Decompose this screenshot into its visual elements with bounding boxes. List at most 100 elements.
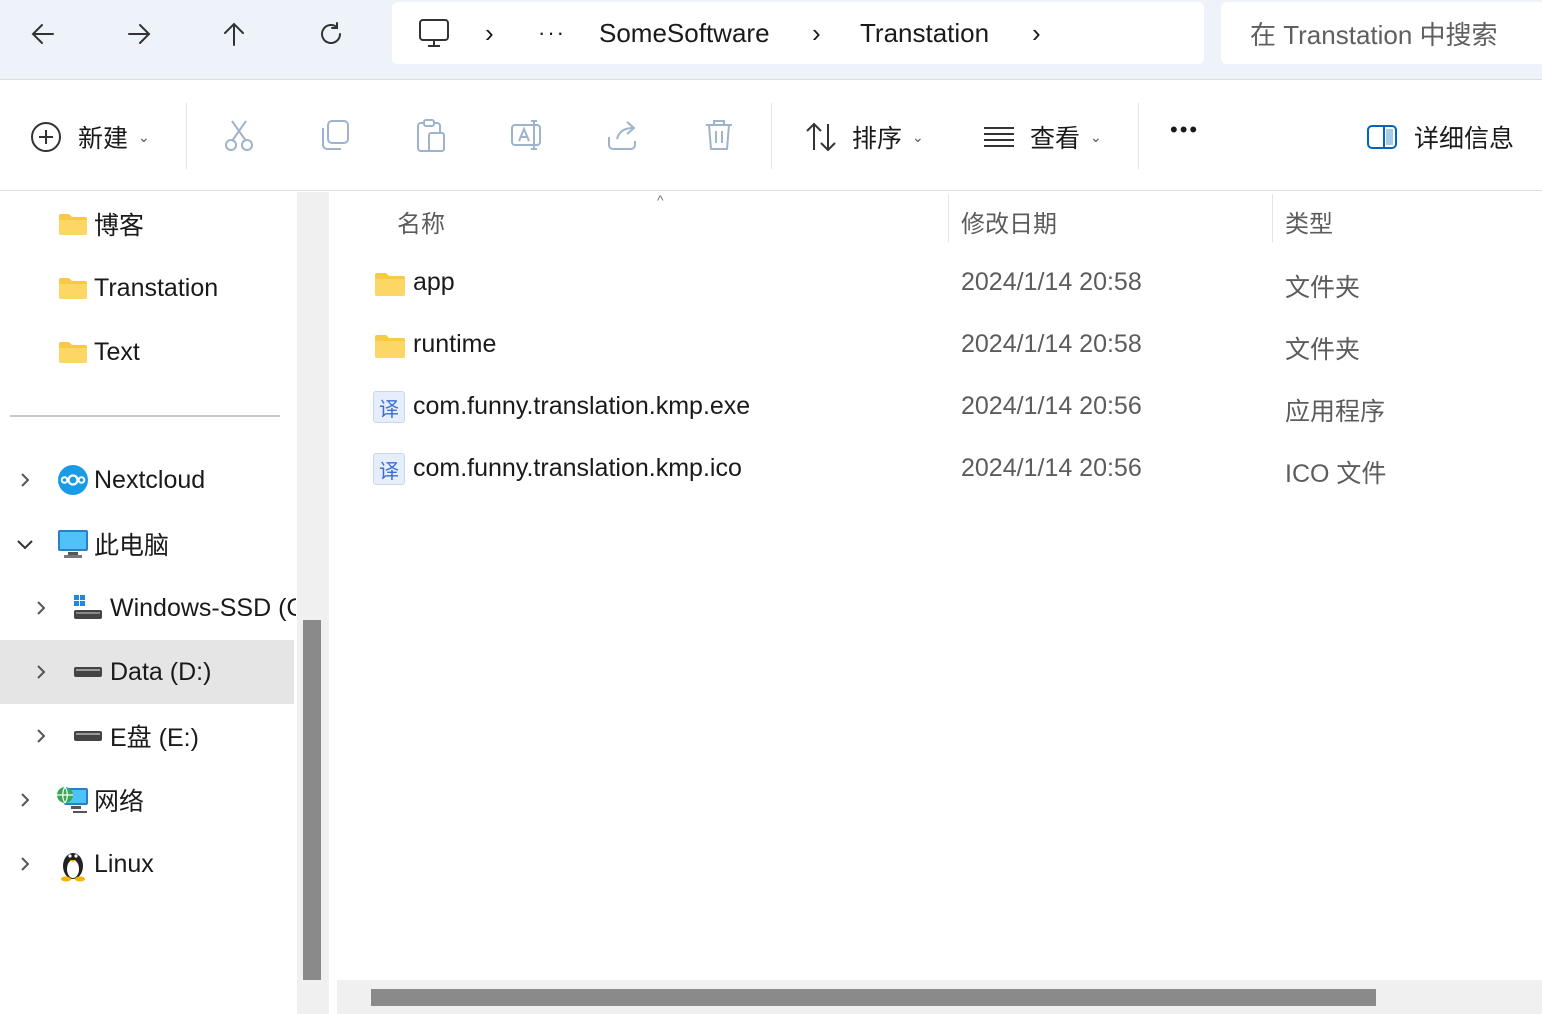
details-label: 详细信息 (1414, 125, 1515, 153)
sidebar-item-nextcloud[interactable]: Nextcloud (0, 448, 296, 512)
search-box[interactable]: 在 Transtation 中搜索 (1221, 2, 1542, 64)
nextcloud-icon (58, 465, 88, 495)
folder-icon (59, 278, 87, 299)
chevron-right-icon[interactable] (31, 598, 51, 618)
chevron-right-icon[interactable] (31, 662, 51, 682)
delete-icon[interactable] (701, 117, 737, 153)
sort-label: 排序 (852, 125, 903, 153)
sidebar-item-linux[interactable]: Linux (0, 832, 296, 896)
file-type: 文件夹 (1285, 336, 1361, 364)
search-placeholder: 在 Transtation 中搜索 (1250, 19, 1498, 50)
column-header-type[interactable]: 类型 (1285, 204, 1333, 239)
sidebar-item-label: Windows-SSD (C:) (110, 593, 296, 622)
chevron-right-icon[interactable] (15, 854, 35, 874)
translate-app-icon: 译 (373, 453, 405, 485)
translate-app-icon: 译 (373, 391, 405, 423)
new-button[interactable]: 新建 ⌄ (30, 119, 150, 155)
horizontal-scrollbar-thumb[interactable] (371, 989, 1376, 1006)
address-bar[interactable]: › ··· SomeSoftware › Transtation › (392, 2, 1204, 64)
sidebar-item-this-pc[interactable]: 此电脑 (0, 512, 296, 576)
computer-crumb[interactable] (418, 2, 450, 64)
sidebar-item-text[interactable]: Text (0, 320, 296, 384)
sidebar-item-label: Data (D:) (110, 657, 212, 686)
plus-circle-icon (31, 122, 61, 152)
sidebar-scrollbar-thumb[interactable] (303, 620, 321, 980)
divider (186, 103, 187, 169)
breadcrumb-overflow[interactable]: ··· (538, 2, 566, 64)
sidebar-item-blog[interactable]: 博客 (0, 192, 296, 256)
view-button[interactable]: 查看 ⌄ (982, 119, 1102, 155)
sidebar-item-label: Nextcloud (94, 465, 206, 494)
chevron-down-icon: ⌄ (1090, 128, 1102, 145)
monitor-icon (419, 19, 449, 47)
sidebar-item-label: Text (94, 337, 140, 366)
sidebar-item-transtation[interactable]: Transtation (0, 256, 296, 320)
paste-icon[interactable] (413, 117, 449, 153)
folder-icon (375, 273, 405, 296)
sidebar-item-data-d[interactable]: Data (D:) (0, 640, 294, 704)
sort-icon (806, 122, 836, 152)
file-row-exe[interactable]: 译 com.funny.translation.kmp.exe 2024/1/1… (335, 377, 1542, 439)
folder-icon (59, 214, 87, 235)
file-modified: 2024/1/14 20:56 (961, 454, 1142, 482)
file-modified: 2024/1/14 20:58 (961, 268, 1142, 296)
sidebar-item-e-drive[interactable]: E盘 (E:) (0, 704, 296, 768)
view-label: 查看 (1030, 125, 1081, 153)
column-divider[interactable] (948, 194, 949, 242)
breadcrumb-separator[interactable]: › (812, 2, 821, 64)
chevron-down-icon[interactable] (15, 534, 35, 554)
file-list: ^ 名称 修改日期 类型 app 2024/1/14 20:58 文件夹 run… (335, 192, 1542, 1014)
column-divider[interactable] (1272, 194, 1273, 242)
chevron-down-icon: ⌄ (912, 128, 924, 145)
folder-icon (375, 335, 405, 358)
view-lines-icon (984, 127, 1014, 147)
cut-icon[interactable] (221, 117, 257, 153)
file-row-ico[interactable]: 译 com.funny.translation.kmp.ico 2024/1/1… (335, 439, 1542, 501)
rename-icon[interactable] (509, 117, 545, 153)
sidebar-item-label: Transtation (94, 273, 219, 302)
file-modified: 2024/1/14 20:58 (961, 330, 1142, 358)
navigation-bar: › ··· SomeSoftware › Transtation › 在 Tra… (0, 0, 1542, 80)
divider (771, 103, 772, 169)
sidebar-item-windows-ssd[interactable]: Windows-SSD (C:) (0, 576, 296, 640)
chevron-right-icon[interactable] (31, 726, 51, 746)
sidebar-item-label: 此电脑 (94, 532, 170, 560)
file-name: com.funny.translation.kmp.exe (413, 392, 751, 420)
file-type: 文件夹 (1285, 274, 1361, 302)
more-options-button[interactable]: ••• (1170, 117, 1199, 143)
copy-icon[interactable] (317, 117, 353, 153)
arrow-right-icon (128, 24, 151, 44)
file-name: app (413, 268, 455, 296)
back-button[interactable] (19, 12, 67, 56)
chevron-right-icon[interactable] (15, 790, 35, 810)
drive-icon (74, 731, 102, 741)
forward-button[interactable] (115, 12, 163, 56)
network-icon (57, 786, 88, 813)
breadcrumb-separator[interactable]: › (485, 2, 494, 64)
file-name: com.funny.translation.kmp.ico (413, 454, 742, 482)
sidebar-item-network[interactable]: 网络 (0, 768, 296, 832)
breadcrumb-separator[interactable]: › (1032, 2, 1041, 64)
up-button[interactable] (210, 12, 258, 56)
column-header-name[interactable]: 名称 (397, 204, 445, 239)
column-header-modified[interactable]: 修改日期 (961, 204, 1057, 239)
sidebar-divider (10, 415, 280, 417)
file-modified: 2024/1/14 20:56 (961, 392, 1142, 420)
file-row-app[interactable]: app 2024/1/14 20:58 文件夹 (335, 253, 1542, 315)
file-name: runtime (413, 330, 497, 358)
sidebar-item-label: Linux (94, 849, 154, 878)
sort-indicator-icon: ^ (657, 192, 664, 208)
breadcrumb-transtation[interactable]: Transtation (860, 2, 989, 64)
arrow-up-icon (224, 22, 244, 46)
breadcrumb-somesoftware[interactable]: SomeSoftware (599, 2, 770, 64)
linux-penguin-icon (61, 853, 85, 882)
chevron-right-icon[interactable] (15, 470, 35, 490)
share-icon[interactable] (605, 117, 641, 153)
sort-button[interactable]: 排序 ⌄ (804, 119, 924, 155)
details-pane-icon (1367, 125, 1397, 149)
file-type: ICO 文件 (1285, 460, 1387, 488)
file-row-runtime[interactable]: runtime 2024/1/14 20:58 文件夹 (335, 315, 1542, 377)
details-button[interactable]: 详细信息 (1366, 119, 1514, 155)
computer-icon (58, 530, 88, 558)
refresh-button[interactable] (307, 12, 355, 56)
